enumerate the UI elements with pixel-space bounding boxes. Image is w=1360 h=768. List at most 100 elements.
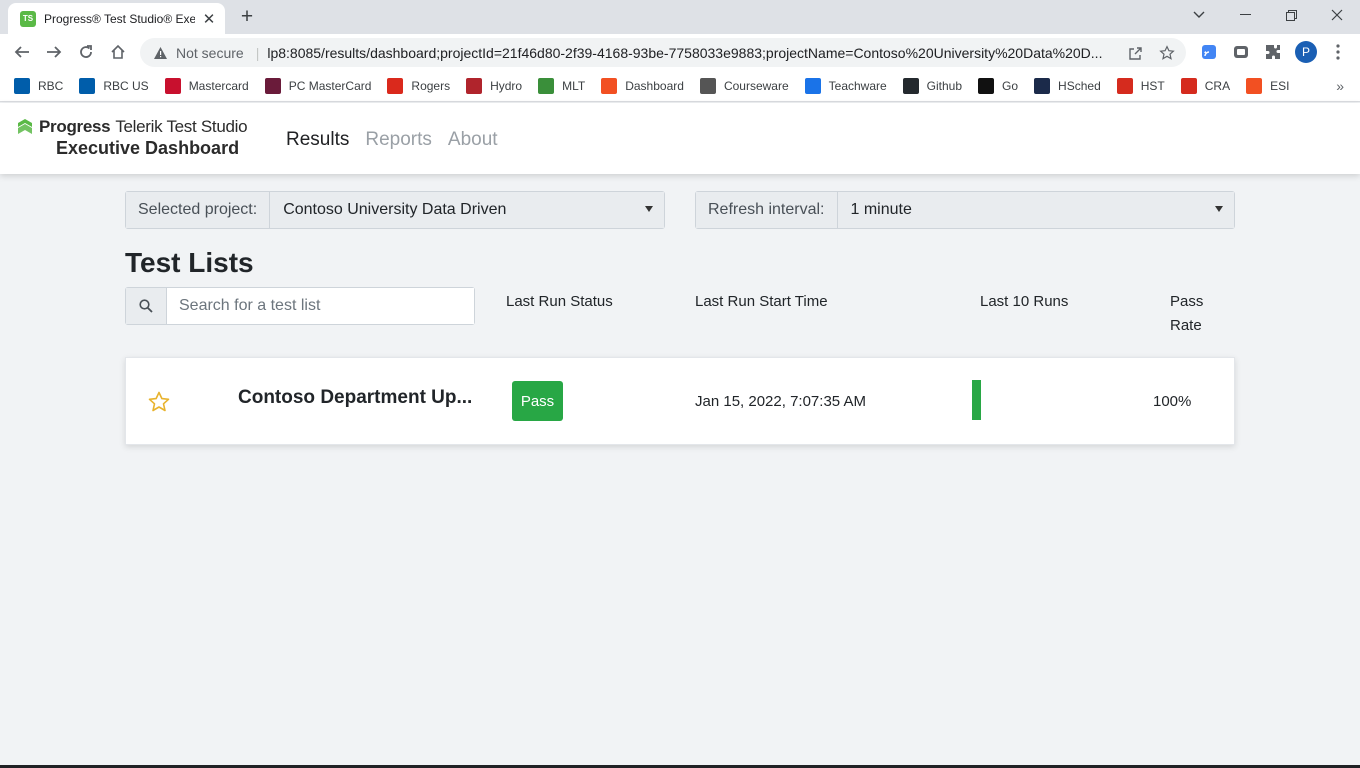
bookmark-item[interactable]: Hydro bbox=[466, 78, 522, 94]
courseware-icon bbox=[699, 78, 716, 94]
bookmark-label: Dashboard bbox=[625, 79, 684, 93]
extension-cast-icon[interactable] bbox=[1198, 41, 1220, 63]
bookmark-item[interactable]: ESI bbox=[1246, 78, 1289, 94]
nav-reports[interactable]: Reports bbox=[365, 129, 432, 151]
bookmark-label: ESI bbox=[1270, 79, 1290, 93]
home-button[interactable] bbox=[105, 39, 131, 65]
mastercard-icon bbox=[164, 78, 181, 94]
refresh-filter-label: Refresh interval: bbox=[696, 192, 838, 228]
bookmark-label: Go bbox=[1002, 79, 1019, 93]
bookmark-label: Hydro bbox=[490, 79, 523, 93]
back-button[interactable] bbox=[9, 39, 35, 65]
arrow-left-icon bbox=[14, 46, 29, 58]
bookmark-item[interactable]: Github bbox=[902, 78, 962, 94]
url-text[interactable]: lp8:8085/results/dashboard;projectId=21f… bbox=[267, 45, 1107, 61]
bookmark-item[interactable]: HST bbox=[1116, 78, 1165, 94]
caret-down-icon bbox=[645, 206, 653, 212]
test-list-row[interactable]: Contoso Department Up... Pass Jan 15, 20… bbox=[125, 357, 1235, 445]
close-tab-icon[interactable]: ✕ bbox=[201, 11, 217, 28]
test-list-search bbox=[125, 287, 475, 325]
address-separator: | bbox=[255, 44, 260, 61]
bookmark-item[interactable]: RBC US bbox=[79, 78, 149, 94]
favorite-star-icon[interactable] bbox=[147, 390, 171, 414]
home-icon bbox=[111, 44, 125, 59]
address-bar[interactable]: Not secure | lp8:8085/results/dashboard;… bbox=[140, 38, 1186, 67]
hydro-icon bbox=[466, 78, 483, 94]
bookmark-label: RBC bbox=[38, 79, 64, 93]
column-header-pass-rate[interactable]: Pass Rate bbox=[1170, 290, 1214, 338]
profile-avatar[interactable]: P bbox=[1295, 41, 1317, 63]
bookmark-label: HSched bbox=[1058, 79, 1101, 93]
pass-rate-value: 100% bbox=[1153, 393, 1192, 410]
logo-progress-text: Progress bbox=[39, 117, 111, 136]
share-icon[interactable] bbox=[1124, 42, 1146, 64]
bookmarks-bar: RBC RBC US Mastercard PC MasterCard Rogers Hy… bbox=[0, 71, 1360, 102]
new-tab-button[interactable]: + bbox=[236, 5, 258, 28]
bookmark-label: Rogers bbox=[411, 79, 451, 93]
minimize-window-button[interactable] bbox=[1231, 4, 1259, 26]
extensions-icon[interactable] bbox=[1262, 41, 1284, 63]
test-list-name[interactable]: Contoso Department Up... bbox=[238, 387, 472, 409]
project-filter: Selected project: Contoso University Dat… bbox=[125, 191, 665, 229]
maple-leaf-icon bbox=[1180, 78, 1197, 94]
hsched-icon bbox=[1034, 78, 1051, 94]
minimize-icon bbox=[1239, 14, 1251, 15]
more-bookmarks-icon[interactable]: » bbox=[1336, 78, 1344, 94]
search-input[interactable] bbox=[167, 288, 474, 324]
column-header-last-run-start[interactable]: Last Run Start Time bbox=[695, 290, 828, 314]
maple-leaf-icon bbox=[1116, 78, 1133, 94]
extension-puzzle-box-icon[interactable] bbox=[1230, 41, 1252, 63]
progress-logo-icon bbox=[18, 119, 32, 134]
not-secure-label: Not secure bbox=[176, 44, 244, 61]
browser-menu-icon[interactable] bbox=[1327, 41, 1349, 63]
restore-window-button[interactable] bbox=[1277, 4, 1305, 26]
bookmark-item[interactable]: Go bbox=[978, 78, 1018, 94]
refresh-select-value: 1 minute bbox=[850, 201, 912, 218]
bookmark-item[interactable]: Mastercard bbox=[164, 78, 249, 94]
column-header-last-run-status[interactable]: Last Run Status bbox=[506, 290, 613, 314]
bookmark-item[interactable]: CRA bbox=[1180, 78, 1231, 94]
bookmark-label: Mastercard bbox=[188, 79, 249, 93]
close-window-button[interactable] bbox=[1323, 4, 1351, 26]
bookmark-item[interactable]: Teachware bbox=[804, 78, 887, 94]
last-10-runs-chart bbox=[972, 378, 1072, 420]
bookmark-item[interactable]: PC MasterCard bbox=[264, 78, 372, 94]
chevron-down-icon bbox=[1193, 11, 1205, 18]
nav-results[interactable]: Results bbox=[286, 129, 349, 151]
pc-icon bbox=[264, 78, 281, 94]
bookmark-label: MLT bbox=[562, 79, 586, 93]
bookmark-item[interactable]: Rogers bbox=[387, 78, 450, 94]
project-select[interactable]: Contoso University Data Driven bbox=[270, 192, 664, 228]
bookmark-item[interactable]: Courseware bbox=[699, 78, 789, 94]
test-studio-logo[interactable]: Progress Telerik Test Studio Executive D… bbox=[16, 117, 266, 159]
rbc-icon bbox=[79, 78, 96, 94]
app-header: Progress Telerik Test Studio Executive D… bbox=[0, 103, 1360, 174]
warning-icon[interactable] bbox=[152, 45, 168, 61]
bookmark-label: CRA bbox=[1204, 79, 1231, 93]
bookmark-label: RBC US bbox=[103, 79, 149, 93]
tab-search-button[interactable] bbox=[1185, 4, 1213, 26]
bookmark-item[interactable]: MLT bbox=[538, 78, 585, 94]
status-badge: Pass bbox=[512, 381, 563, 421]
teachware-icon bbox=[804, 78, 821, 94]
bookmark-label: HST bbox=[1140, 79, 1165, 93]
arrow-right-icon bbox=[47, 46, 62, 58]
bookmark-label: PC MasterCard bbox=[288, 79, 372, 93]
run-bar[interactable] bbox=[972, 380, 981, 420]
nav-about[interactable]: About bbox=[448, 129, 498, 151]
close-icon bbox=[1331, 9, 1343, 21]
reload-button[interactable] bbox=[73, 39, 99, 65]
main-nav: Results Reports About bbox=[286, 129, 498, 151]
project-filter-label: Selected project: bbox=[126, 192, 271, 228]
forward-button[interactable] bbox=[41, 39, 67, 65]
bookmark-star-icon[interactable] bbox=[1156, 42, 1178, 64]
reload-icon bbox=[80, 45, 92, 58]
column-header-last-10-runs[interactable]: Last 10 Runs bbox=[980, 290, 1068, 314]
bookmark-item[interactable]: HSched bbox=[1034, 78, 1101, 94]
test-studio-favicon-icon: TS bbox=[20, 10, 36, 27]
bookmark-item[interactable]: Dashboard bbox=[601, 78, 684, 94]
bookmark-item[interactable]: RBC bbox=[14, 78, 63, 94]
browser-tab[interactable]: TS Progress® Test Studio® Executive Dash… bbox=[8, 3, 225, 34]
refresh-interval-select[interactable]: 1 minute bbox=[837, 192, 1234, 228]
github-icon bbox=[902, 78, 919, 94]
